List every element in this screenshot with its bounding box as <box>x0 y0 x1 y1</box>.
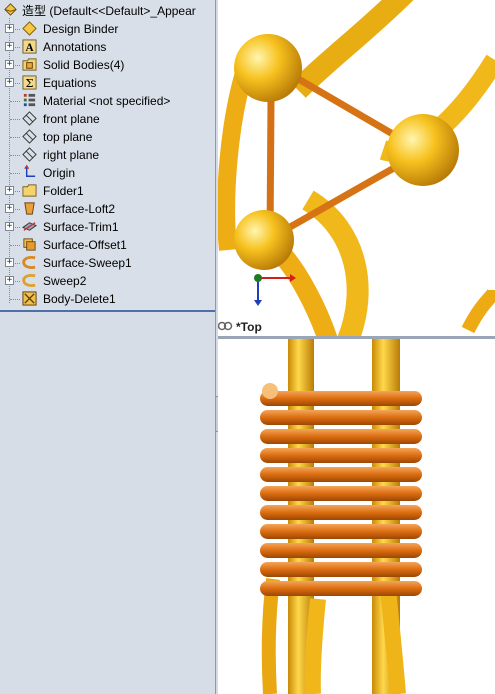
surface-loft-icon <box>24 202 35 215</box>
expand-toggle[interactable]: + <box>5 204 14 213</box>
folder-icon <box>22 184 37 197</box>
expand-toggle[interactable]: + <box>5 60 14 69</box>
tree-item-label: Surface-Offset1 <box>43 238 127 252</box>
tree-root-part[interactable]: 造型 (Default<<Default>_Appear <box>0 0 215 18</box>
tree-item-label: Surface-Trim1 <box>43 220 119 234</box>
tree-item-label: Body-Delete1 <box>43 292 116 306</box>
tree-item-sweep2[interactable]: + Sweep2 <box>0 272 215 290</box>
tree-item-top-plane[interactable]: top plane <box>0 128 215 146</box>
tree-item-equations[interactable]: + Σ Equations <box>0 74 215 92</box>
plane-icon <box>22 111 37 126</box>
solid-bodies-folder-icon <box>22 58 37 71</box>
tree-root-label: 造型 (Default<<Default>_Appear <box>22 4 196 18</box>
design-binder-icon <box>22 21 37 36</box>
view-label: *Top <box>236 320 262 334</box>
model-render-top <box>218 0 495 336</box>
tree-item-label: Folder1 <box>43 184 84 198</box>
graphics-viewport-bottom[interactable] <box>218 339 495 694</box>
coordinate-triad <box>254 274 296 306</box>
expand-toggle[interactable]: + <box>5 78 14 87</box>
feature-tree: 造型 (Default<<Default>_Appear + Design Bi… <box>0 0 215 312</box>
sphere <box>234 210 294 270</box>
tree-item-label: Origin <box>43 166 76 180</box>
part-icon <box>4 3 17 16</box>
tree-item-label: Surface-Sweep1 <box>43 256 132 270</box>
sphere <box>234 34 302 102</box>
surface-offset-icon <box>23 238 36 251</box>
tree-item-front-plane[interactable]: front plane <box>0 110 215 128</box>
expand-toggle[interactable]: + <box>5 276 14 285</box>
tree-item-origin[interactable]: Origin <box>0 164 215 182</box>
tree-item-label: Design Binder <box>43 22 119 36</box>
svg-text:Σ: Σ <box>26 77 34 90</box>
tree-item-label: top plane <box>43 130 93 144</box>
tree-item-folder1[interactable]: + Folder1 <box>0 182 215 200</box>
feature-manager-panel: 造型 (Default<<Default>_Appear + Design Bi… <box>0 0 216 694</box>
tree-item-surface-sweep1[interactable]: + Surface-Sweep1 <box>0 254 215 272</box>
tree-item-surface-loft2[interactable]: + Surface-Loft2 <box>0 200 215 218</box>
tree-item-solid-bodies[interactable]: + Solid Bodies(4) <box>0 56 215 74</box>
tree-item-label: Equations <box>43 76 97 90</box>
tree-item-design-binder[interactable]: + Design Binder <box>0 20 215 38</box>
tree-item-label: Solid Bodies(4) <box>43 58 125 72</box>
plane-icon <box>22 147 37 162</box>
tree-item-right-plane[interactable]: right plane <box>0 146 215 164</box>
graphics-viewport-top[interactable]: *Top <box>218 0 495 336</box>
view-orientation-icon <box>218 321 233 331</box>
expand-toggle[interactable]: + <box>5 42 14 51</box>
expand-toggle[interactable]: + <box>5 222 14 231</box>
body-delete-icon <box>22 291 37 306</box>
tree-item-body-delete1[interactable]: Body-Delete1 <box>0 290 215 308</box>
tree-item-label: Surface-Loft2 <box>43 202 116 216</box>
tree-item-material[interactable]: Material <not specified> <box>0 92 215 110</box>
model-render-bottom <box>260 339 422 694</box>
svg-text:A: A <box>25 42 34 54</box>
tree-item-annotations[interactable]: + A Annotations <box>0 38 215 56</box>
plane-icon <box>22 129 37 144</box>
sweep-icon <box>22 273 36 287</box>
tree-item-label: front plane <box>43 112 100 126</box>
tree-item-surface-offset1[interactable]: Surface-Offset1 <box>0 236 215 254</box>
copper-coil <box>260 383 422 596</box>
tree-item-label: right plane <box>43 148 100 162</box>
surface-sweep-icon <box>22 255 36 269</box>
tree-item-label: Sweep2 <box>43 274 87 288</box>
tree-item-surface-trim1[interactable]: + Surface-Trim1 <box>0 218 215 236</box>
equations-icon: Σ <box>22 75 37 90</box>
material-icon <box>23 93 36 107</box>
origin-icon <box>24 165 36 177</box>
annotations-icon: A <box>22 39 37 54</box>
expand-toggle[interactable]: + <box>5 258 14 267</box>
sphere <box>387 114 459 186</box>
expand-toggle[interactable]: + <box>5 24 14 33</box>
expand-toggle[interactable]: + <box>5 186 14 195</box>
tree-item-label: Material <not specified> <box>43 94 171 108</box>
tree-item-label: Annotations <box>43 40 107 54</box>
surface-trim-icon <box>22 222 37 231</box>
